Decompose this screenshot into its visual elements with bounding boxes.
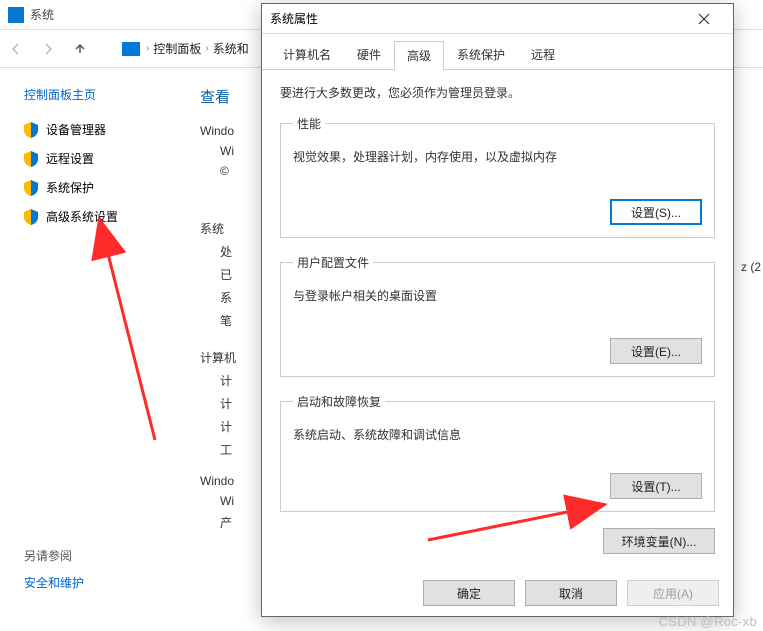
group-legend: 启动和故障恢复 [293, 393, 385, 410]
dialog-title: 系统属性 [270, 10, 683, 27]
see-also-link[interactable]: 安全和维护 [24, 574, 84, 591]
sidebar-item-label: 系统保护 [46, 179, 94, 196]
user-profiles-settings-button[interactable]: 设置(E)... [610, 338, 702, 364]
group-legend: 用户配置文件 [293, 254, 373, 271]
group-desc: 视觉效果，处理器计划，内存使用，以及虚拟内存 [293, 148, 702, 165]
tab-protection[interactable]: 系统保护 [444, 40, 518, 69]
startup-settings-button[interactable]: 设置(T)... [610, 473, 702, 499]
startup-recovery-group: 启动和故障恢复 系统启动、系统故障和调试信息 设置(T)... [280, 393, 715, 512]
environment-variables-button[interactable]: 环境变量(N)... [603, 528, 715, 554]
dialog-body: 要进行大多数更改，您必须作为管理员登录。 性能 视觉效果，处理器计划，内存使用，… [262, 70, 733, 570]
group-desc: 与登录帐户相关的桌面设置 [293, 287, 702, 304]
tab-advanced[interactable]: 高级 [394, 41, 444, 70]
breadcrumb[interactable]: 系统和 [209, 40, 253, 57]
cutoff-text: z (2 [741, 260, 761, 274]
dialog-footer: 确定 取消 应用(A) [262, 580, 733, 606]
pc-icon [122, 42, 140, 56]
nav-back-icon[interactable] [2, 35, 30, 63]
nav-up-icon[interactable] [66, 35, 94, 63]
sidebar-item-label: 设备管理器 [46, 121, 106, 138]
close-button[interactable] [683, 4, 725, 34]
shield-icon [24, 180, 38, 196]
system-properties-dialog: 系统属性 计算机名 硬件 高级 系统保护 远程 要进行大多数更改，您必须作为管理… [261, 3, 734, 617]
breadcrumb[interactable]: 控制面板 [149, 40, 205, 57]
tab-bar: 计算机名 硬件 高级 系统保护 远程 [262, 34, 733, 70]
intro-text: 要进行大多数更改，您必须作为管理员登录。 [280, 84, 715, 101]
see-also-header: 另请参阅 [24, 547, 84, 564]
tab-remote[interactable]: 远程 [518, 40, 568, 69]
sidebar-item-remote[interactable]: 远程设置 [24, 150, 180, 167]
sidebar-item-advanced[interactable]: 高级系统设置 [24, 208, 180, 225]
group-legend: 性能 [293, 115, 325, 132]
shield-icon [24, 151, 38, 167]
sidebar-item-device-manager[interactable]: 设备管理器 [24, 121, 180, 138]
tab-computer-name[interactable]: 计算机名 [270, 40, 344, 69]
watermark: CSDN @Roc-xb [659, 614, 757, 629]
shield-icon [24, 209, 38, 225]
left-pane: 控制面板主页 设备管理器 远程设置 系统保护 高级系统设置 另请参阅 安全和维护 [0, 68, 190, 631]
group-desc: 系统启动、系统故障和调试信息 [293, 426, 702, 443]
performance-settings-button[interactable]: 设置(S)... [610, 199, 702, 225]
nav-forward-icon[interactable] [34, 35, 62, 63]
close-icon [698, 13, 710, 25]
cancel-button[interactable]: 取消 [525, 580, 617, 606]
sidebar-item-label: 高级系统设置 [46, 208, 118, 225]
system-icon [8, 7, 24, 23]
performance-group: 性能 视觉效果，处理器计划，内存使用，以及虚拟内存 设置(S)... [280, 115, 715, 238]
user-profiles-group: 用户配置文件 与登录帐户相关的桌面设置 设置(E)... [280, 254, 715, 377]
tab-hardware[interactable]: 硬件 [344, 40, 394, 69]
sidebar-item-protection[interactable]: 系统保护 [24, 179, 180, 196]
ok-button[interactable]: 确定 [423, 580, 515, 606]
apply-button: 应用(A) [627, 580, 719, 606]
control-panel-home-link[interactable]: 控制面板主页 [24, 86, 180, 103]
sidebar-item-label: 远程设置 [46, 150, 94, 167]
shield-icon [24, 122, 38, 138]
dialog-titlebar: 系统属性 [262, 4, 733, 34]
bg-title: 系统 [30, 6, 54, 23]
